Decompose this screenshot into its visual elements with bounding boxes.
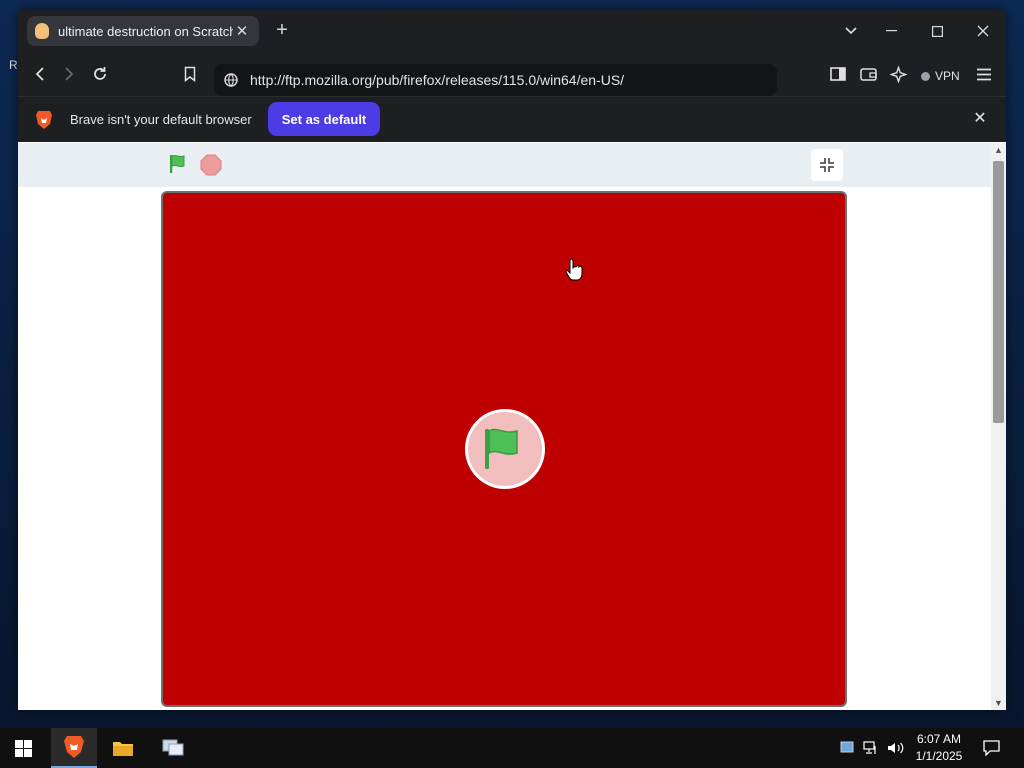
forward-arrow-icon (65, 67, 74, 81)
network-tray-button[interactable] (862, 739, 880, 757)
hamburger-menu-icon (977, 68, 991, 80)
windows-logo-icon (14, 739, 32, 757)
monitor-tray-icon (840, 741, 854, 753)
minimize-icon (885, 30, 897, 32)
scratch-stage[interactable] (161, 191, 847, 707)
notifications-button[interactable] (982, 739, 1000, 757)
taskbar-clock[interactable]: 6:07 AM 1/1/2025 (900, 731, 978, 765)
url-text: http://ftp.mozilla.org/pub/firefox/relea… (250, 72, 625, 88)
taskbar-brave[interactable] (51, 728, 97, 768)
maximize-icon (931, 25, 943, 37)
minimize-button[interactable] (868, 10, 914, 52)
bookmark-icon (184, 66, 196, 82)
default-browser-infobar: Brave isn't your default browser Set as … (18, 96, 1006, 142)
scroll-down-arrow[interactable]: ▼ (991, 696, 1006, 710)
reload-icon (94, 67, 106, 80)
title-bar: ultimate destruction on Scratch ✕ + (18, 10, 1006, 52)
network-app-icon (162, 739, 184, 756)
scratch-favicon-icon (35, 23, 49, 39)
notification-icon (982, 740, 1000, 756)
wallet-icon (859, 68, 877, 81)
green-flag-icon (170, 154, 185, 173)
brave-icon (64, 736, 84, 758)
page-content (18, 143, 991, 710)
start-overlay-button[interactable] (465, 409, 545, 489)
reload-button[interactable] (88, 62, 112, 86)
scroll-up-arrow[interactable]: ▲ (991, 143, 1006, 157)
stop-icon (200, 154, 222, 176)
green-flag-button[interactable] (168, 153, 190, 175)
taskbar-file-explorer[interactable] (100, 728, 146, 768)
tab-close-button[interactable]: ✕ (233, 22, 251, 40)
green-flag-icon (485, 428, 518, 469)
wallet-button[interactable] (856, 62, 880, 86)
chevron-down-icon (845, 27, 857, 35)
tab-title: ultimate destruction on Scratch (58, 23, 233, 39)
navigation-toolbar: http://ftp.mozilla.org/pub/firefox/relea… (18, 52, 1006, 96)
new-tab-button[interactable]: + (270, 19, 294, 43)
clock-time: 6:07 AM (916, 732, 962, 746)
browser-window: ultimate destruction on Scratch ✕ + http… (18, 10, 1006, 710)
close-icon (977, 25, 989, 37)
page-scrollbar[interactable]: ▲ ▼ (991, 143, 1006, 710)
exit-fullscreen-button[interactable] (811, 149, 843, 181)
back-button[interactable] (28, 62, 52, 86)
forward-button[interactable] (57, 62, 81, 86)
scratch-controls-bar (18, 143, 991, 187)
sparkle-icon (889, 65, 907, 83)
site-info-icon (224, 73, 238, 87)
clock-date: 1/1/2025 (915, 749, 963, 763)
bookmark-button[interactable] (178, 62, 202, 86)
taskbar-network-app[interactable] (150, 728, 196, 768)
network-icon (863, 741, 876, 754)
sidebar-icon (830, 67, 846, 81)
taskbar: 6:07 AM 1/1/2025 (0, 728, 1024, 768)
address-bar[interactable]: http://ftp.mozilla.org/pub/firefox/relea… (214, 64, 777, 96)
desktop-icon-label: R (9, 58, 18, 72)
start-button[interactable] (0, 728, 46, 768)
vpn-label: VPN (935, 69, 960, 83)
infobar-message: Brave isn't your default browser (70, 112, 252, 127)
vpn-status-icon (921, 71, 930, 81)
hand-cursor-icon (565, 258, 583, 281)
stop-button[interactable] (200, 154, 222, 176)
tab-scratch[interactable]: ultimate destruction on Scratch ✕ (27, 16, 259, 46)
unfullscreen-icon (820, 158, 834, 172)
main-menu-button[interactable] (972, 62, 996, 86)
scrollbar-thumb[interactable] (993, 161, 1004, 423)
sidebar-button[interactable] (826, 62, 850, 86)
leo-ai-button[interactable] (886, 62, 910, 86)
tray-app-icon[interactable] (838, 739, 856, 757)
set-as-default-button[interactable]: Set as default (268, 102, 380, 136)
brave-lion-icon (36, 111, 52, 129)
back-arrow-icon (35, 67, 44, 81)
maximize-button[interactable] (914, 10, 960, 52)
vpn-button[interactable]: VPN (921, 65, 960, 87)
close-window-button[interactable] (960, 10, 1006, 52)
infobar-close-button[interactable]: ✕ (970, 109, 990, 129)
file-explorer-icon (113, 742, 133, 756)
